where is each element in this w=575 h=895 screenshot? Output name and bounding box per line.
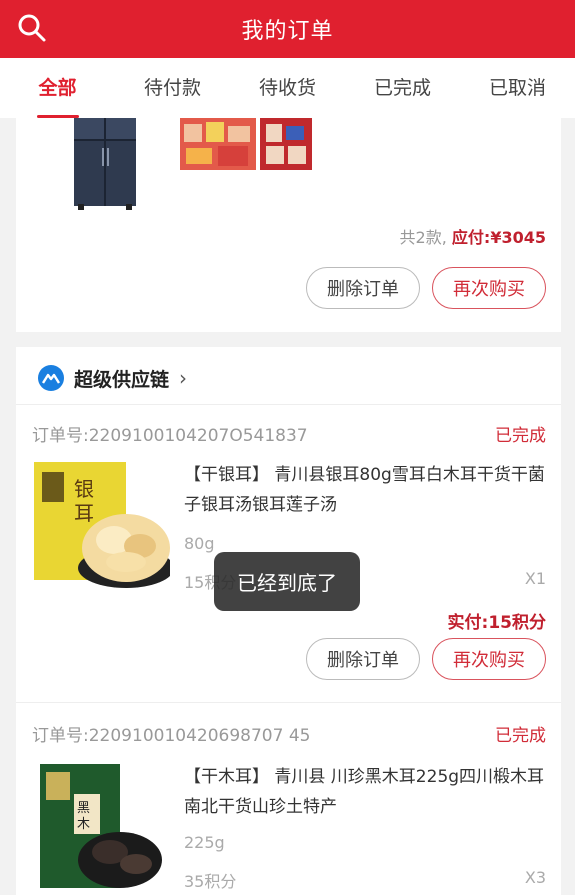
rebuy-button[interactable]: 再次购买 bbox=[432, 638, 546, 680]
tab-pending-payment[interactable]: 待付款 bbox=[115, 58, 230, 118]
amount-due-label: 应付: bbox=[451, 228, 491, 247]
amount-due-value: ¥3045 bbox=[490, 228, 546, 247]
order-number-value: 220910010420698707 45 bbox=[88, 726, 311, 746]
order-number-label: 订单号: bbox=[32, 426, 89, 446]
product-quantity: X1 bbox=[524, 569, 546, 588]
app-header: 我的订单 bbox=[0, 0, 575, 58]
order-status: 已完成 bbox=[495, 426, 546, 446]
chevron-right-icon: › bbox=[179, 366, 188, 390]
delete-order-button[interactable]: 删除订单 bbox=[306, 638, 420, 680]
product-points: 35积分 bbox=[184, 872, 237, 891]
paid-amount: 实付:15积分 bbox=[447, 613, 546, 633]
product-image-black-fungus[interactable]: 黑 木 bbox=[40, 764, 164, 892]
order-number-label: 订单号: bbox=[32, 726, 89, 746]
product-image-tremella[interactable]: 银 耳 bbox=[34, 462, 170, 590]
delete-order-button[interactable]: 删除订单 bbox=[306, 267, 420, 309]
product-title[interactable]: 【干银耳】 青川县银耳80g雪耳白木耳干货干菌子银耳汤银耳莲子汤 bbox=[184, 460, 550, 520]
supplier-logo-icon bbox=[38, 365, 64, 391]
order-summary: 共2款, 应付:¥3045 bbox=[400, 224, 546, 248]
divider bbox=[16, 702, 561, 703]
tab-all[interactable]: 全部 bbox=[0, 58, 115, 118]
svg-text:耳: 耳 bbox=[74, 501, 94, 525]
tab-completed[interactable]: 已完成 bbox=[345, 58, 460, 118]
order-number: 订单号:2209100104207O541837 bbox=[32, 421, 308, 446]
svg-text:黑: 黑 bbox=[77, 801, 90, 816]
product-spec: 80g bbox=[184, 534, 215, 553]
divider bbox=[16, 404, 561, 405]
search-icon[interactable] bbox=[16, 12, 48, 44]
svg-text:银: 银 bbox=[74, 477, 94, 501]
supplier-header[interactable]: 超级供应链 › bbox=[38, 350, 187, 406]
order-number: 订单号:220910010420698707 45 bbox=[32, 721, 310, 746]
order-number-value: 2209100104207O541837 bbox=[88, 426, 308, 446]
item-count: 共2款, bbox=[399, 228, 447, 247]
supplier-name: 超级供应链 bbox=[74, 368, 170, 391]
svg-text:木: 木 bbox=[77, 817, 90, 832]
toast-message: 已经到底了 bbox=[214, 552, 360, 611]
page-title: 我的订单 bbox=[241, 19, 334, 44]
product-image-gift[interactable] bbox=[180, 118, 312, 170]
product-image-fridge[interactable] bbox=[72, 118, 138, 210]
product-title[interactable]: 【干木耳】 青川县 川珍黑木耳225g四川椴木耳南北干货山珍土特产 bbox=[184, 762, 550, 822]
tab-pending-receipt[interactable]: 待收货 bbox=[230, 58, 345, 118]
product-quantity: X3 bbox=[524, 868, 546, 887]
product-spec: 225g bbox=[184, 833, 225, 852]
order-tabs: 全部 待付款 待收货 已完成 已取消 bbox=[0, 58, 575, 118]
order-status: 已完成 bbox=[495, 726, 546, 746]
tab-cancelled[interactable]: 已取消 bbox=[460, 58, 575, 118]
rebuy-button[interactable]: 再次购买 bbox=[432, 267, 546, 309]
